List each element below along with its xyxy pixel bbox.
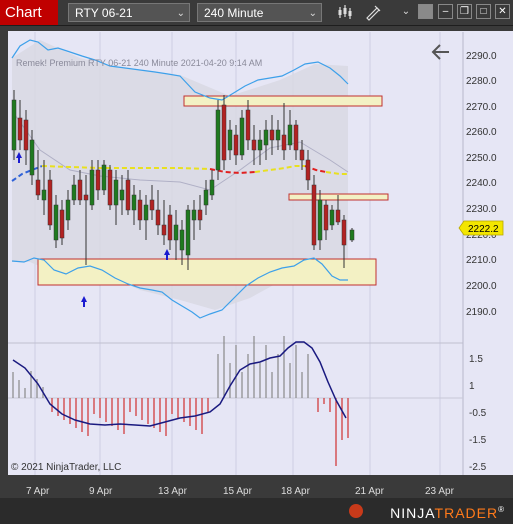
- price-tick: 2260.0: [466, 127, 497, 138]
- brand-wordmark: NINJATRADER®: [390, 505, 505, 521]
- date-tick: 18 Apr: [281, 486, 311, 497]
- current-price-tag: 2222.2: [458, 220, 504, 236]
- svg-text:2222.2: 2222.2: [468, 224, 499, 235]
- arrow-left-icon[interactable]: [431, 44, 449, 60]
- osc-tick: -1.5: [469, 435, 487, 446]
- osc-tick: 1.5: [469, 354, 483, 365]
- osc-tick: 1: [469, 381, 475, 392]
- osc-tick: -0.5: [469, 408, 487, 419]
- price-tick: 2230.0: [466, 204, 497, 215]
- candle: [349, 228, 355, 242]
- candle: [107, 165, 113, 210]
- price-tick: 2210.0: [466, 255, 497, 266]
- copyright-label: © 2021 NinjaTrader, LLC: [11, 462, 121, 473]
- osc-tick: -2.5: [469, 462, 487, 473]
- candle: [221, 95, 227, 170]
- price-tick: 2280.0: [466, 76, 497, 87]
- ninjatrader-logo-icon: [349, 504, 363, 518]
- chart-info-line: Remek! Premium RTY 06-21 240 Minute 2021…: [16, 58, 262, 68]
- buy-signal-arrow-icon: [81, 296, 87, 302]
- price-tick: 2250.0: [466, 153, 497, 164]
- support-zone[interactable]: [37, 258, 377, 286]
- candle: [311, 175, 317, 250]
- candle: [215, 100, 221, 180]
- date-tick: 23 Apr: [425, 486, 455, 497]
- price-tick: 2290.0: [466, 51, 497, 62]
- candle: [101, 160, 107, 195]
- price-tick: 2240.0: [466, 178, 497, 189]
- date-tick: 13 Apr: [158, 486, 188, 497]
- price-tick: 2190.0: [466, 307, 497, 318]
- date-tick: 9 Apr: [89, 486, 113, 497]
- candle: [11, 90, 17, 160]
- price-tick: 2270.0: [466, 102, 497, 113]
- footer: NINJATRADER®: [0, 500, 513, 524]
- price-tick: 2200.0: [466, 281, 497, 292]
- date-tick: 15 Apr: [223, 486, 253, 497]
- date-tick: 7 Apr: [26, 486, 50, 497]
- resistance-zone[interactable]: [183, 95, 383, 107]
- date-tick: 21 Apr: [355, 486, 385, 497]
- price-chart[interactable]: Remek! Premium RTY 06-21 240 Minute 2021…: [0, 0, 513, 500]
